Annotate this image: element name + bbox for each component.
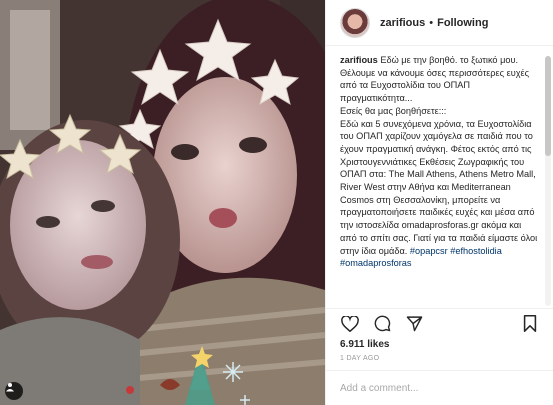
caption-username-link[interactable]: zarifious (340, 55, 378, 65)
hashtag-link[interactable]: #efhostolidia (450, 246, 502, 256)
post-caption: zarifious Εδώ με την βοηθό. το ξωτικό μο… (340, 54, 538, 306)
username-link[interactable]: zarifious (380, 17, 425, 29)
avatar[interactable] (340, 7, 370, 38)
following-button[interactable]: Following (437, 17, 488, 29)
photo-illustration (0, 0, 325, 405)
user-tag-icon[interactable] (5, 382, 23, 400)
separator-dot: • (429, 16, 434, 29)
post-timestamp[interactable]: 1 DAY AGO (340, 355, 379, 362)
comment-input[interactable] (340, 382, 520, 394)
action-bar (326, 308, 553, 338)
post-photo[interactable] (0, 0, 325, 405)
caption-scrollbar[interactable] (545, 56, 551, 306)
likes-count[interactable]: 6.911 likes (340, 339, 390, 350)
post-side-panel: zarifious • Following zarifious Εδώ με τ… (325, 0, 553, 405)
hashtag-link[interactable]: #opapcsr (410, 246, 448, 256)
hashtag-link[interactable]: #omadaprosforas (340, 258, 412, 268)
bookmark-icon[interactable] (520, 314, 540, 334)
post-header: zarifious • Following (326, 0, 553, 46)
heart-icon[interactable] (340, 314, 360, 334)
share-icon[interactable] (404, 314, 424, 334)
caption-text: Εδώ με την βοηθό. το ξωτικό μου. Θέλουμε… (340, 55, 538, 256)
comment-icon[interactable] (372, 314, 392, 334)
scrollbar-thumb[interactable] (545, 56, 551, 156)
comment-bar (326, 370, 553, 405)
